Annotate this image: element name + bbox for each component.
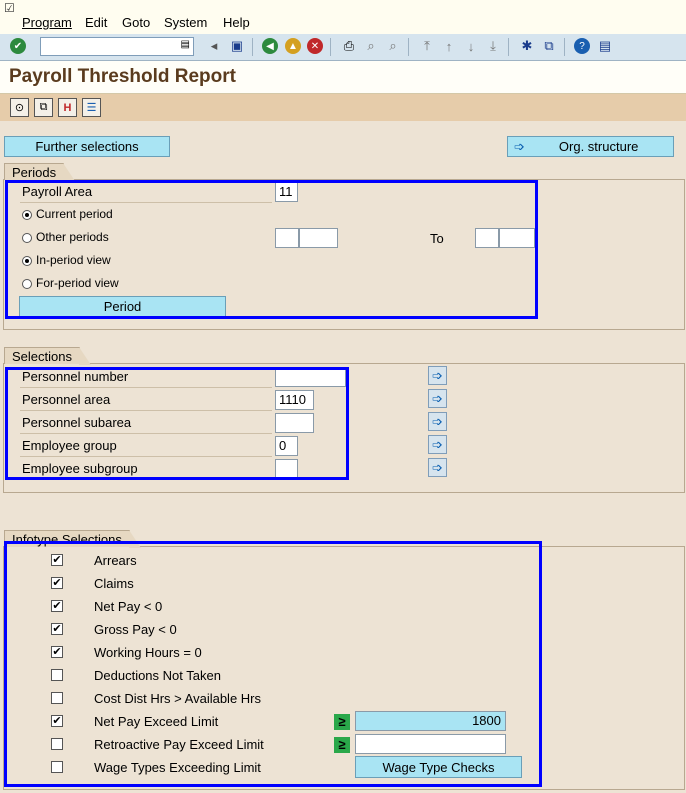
cancel-icon[interactable]: ✕: [307, 38, 323, 54]
enter-icon[interactable]: ✔: [10, 38, 26, 54]
info-icon[interactable]: H: [58, 98, 77, 117]
multiple-selection-arrow-icon[interactable]: ➩: [428, 366, 447, 385]
back-arrow-icon[interactable]: ◂: [205, 37, 223, 55]
layout-menu-icon[interactable]: ▤: [596, 37, 614, 55]
page-title: Payroll Threshold Report: [9, 66, 236, 87]
menu-program[interactable]: Program: [22, 15, 72, 30]
get-variant-icon[interactable]: ⧉: [34, 98, 53, 117]
menu-bar: ☑ Program Edit Goto System Help: [0, 0, 686, 35]
highlight-box-infotypes: [4, 541, 542, 787]
sap-menu-icon[interactable]: ☑: [4, 1, 15, 15]
first-page-icon[interactable]: ⤒: [418, 37, 436, 55]
command-history-icon[interactable]: ▤: [181, 39, 190, 50]
multiple-selection-arrow-icon[interactable]: ➩: [428, 412, 447, 431]
multiple-selection-arrow-icon[interactable]: ➩: [428, 389, 447, 408]
further-selections-button[interactable]: Further selections: [4, 136, 170, 157]
find-icon[interactable]: ⌕: [362, 37, 380, 55]
application-toolbar: ⊙ ⧉ H ☰: [0, 94, 686, 121]
save-icon[interactable]: ▣: [228, 37, 246, 55]
highlight-box-periods: [5, 180, 538, 319]
execute-icon[interactable]: ⊙: [10, 98, 29, 117]
selection-options-icon[interactable]: ☰: [82, 98, 101, 117]
selections-group-title: Selections: [4, 347, 91, 365]
previous-page-icon[interactable]: ↑: [440, 37, 458, 55]
menu-system[interactable]: System: [164, 15, 207, 30]
highlight-box-selections: [5, 367, 349, 480]
print-icon[interactable]: ⎙: [340, 37, 358, 55]
help-icon[interactable]: ?: [574, 38, 590, 54]
shortcut-icon[interactable]: ⧉: [540, 37, 558, 55]
multiple-selection-arrow-icon[interactable]: ➩: [428, 458, 447, 477]
new-session-icon[interactable]: ✱: [518, 37, 536, 55]
next-page-icon[interactable]: ↓: [462, 37, 480, 55]
menu-edit[interactable]: Edit: [85, 15, 107, 30]
exit-icon[interactable]: ▲: [285, 38, 301, 54]
title-bar: Payroll Threshold Report: [0, 61, 686, 94]
last-page-icon[interactable]: ⤓: [484, 37, 502, 55]
menu-help[interactable]: Help: [223, 15, 250, 30]
command-field[interactable]: ▤: [40, 37, 194, 56]
menu-goto[interactable]: Goto: [122, 15, 150, 30]
multiple-selection-arrow-icon[interactable]: ➩: [428, 435, 447, 454]
find-next-icon[interactable]: ⌕: [384, 37, 402, 55]
standard-toolbar: ✔ ▤ ◂ ▣ ◀ ▲ ✕ ⎙ ⌕ ⌕ ⤒ ↑ ↓ ⤓ ✱ ⧉ ? ▤: [0, 34, 686, 61]
org-structure-button[interactable]: ➩ Org. structure: [507, 136, 674, 157]
back-icon[interactable]: ◀: [262, 38, 278, 54]
arrow-right-icon: ➩: [514, 138, 525, 154]
periods-group-title: Periods: [4, 163, 76, 181]
